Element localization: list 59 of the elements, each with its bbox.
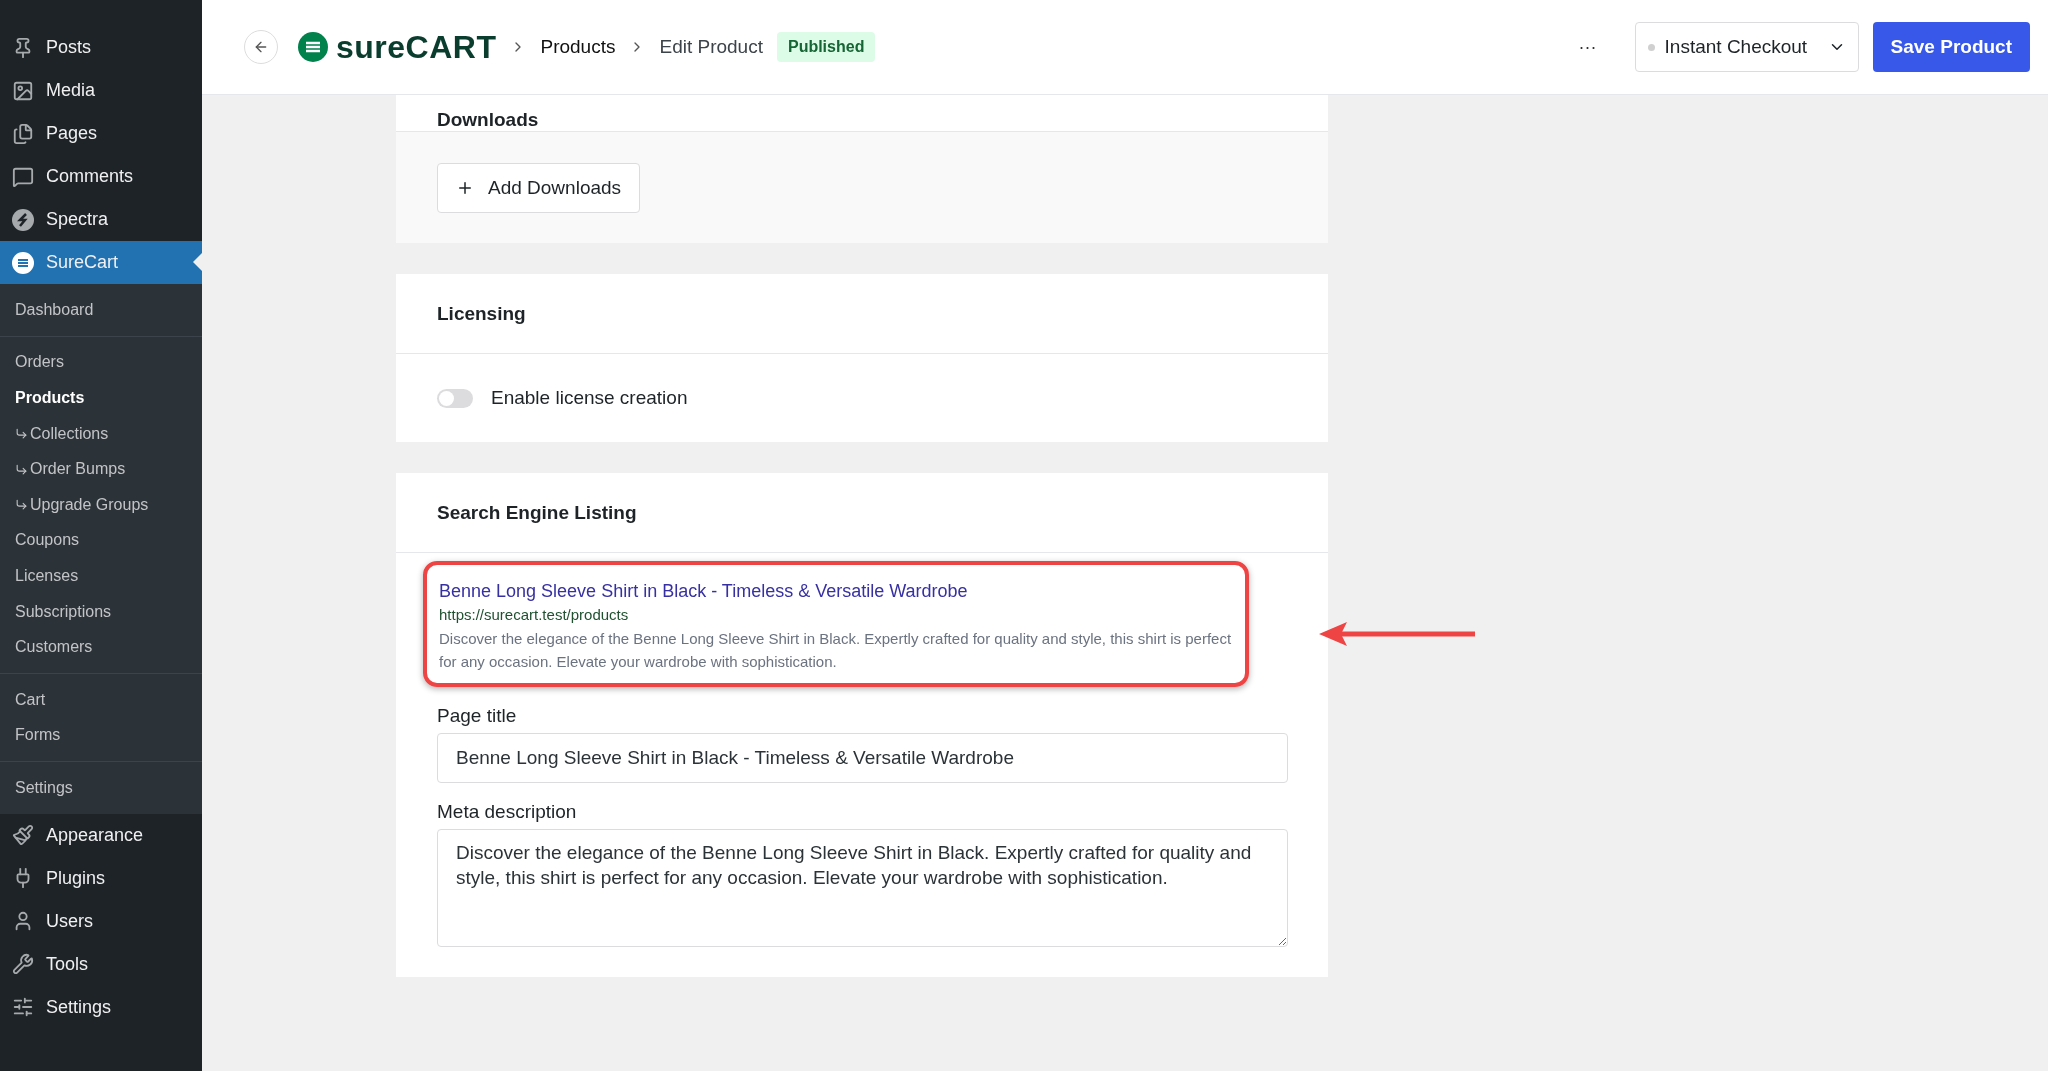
card-title: Licensing — [437, 302, 526, 325]
submenu-item[interactable]: Dashboard — [0, 292, 202, 328]
sidebar-item[interactable]: Posts — [0, 26, 202, 69]
submenu-item[interactable]: Subscriptions — [0, 593, 202, 630]
page-title-field[interactable]: Benne Long Sleeve Shirt in Black - Timeless & Versatile Wardrobe — [437, 733, 1288, 783]
status-badge: Published — [776, 32, 876, 62]
sidebar-item[interactable]: Settings — [0, 985, 202, 1029]
sidebar-item[interactable]: Comments — [0, 155, 202, 198]
surecart-logo: sureCART — [298, 28, 497, 66]
child-arrow-icon — [15, 498, 28, 512]
sidebar-item[interactable]: Tools — [0, 942, 202, 986]
sliders-icon — [12, 996, 34, 1019]
sidebar-item[interactable]: Appearance — [0, 813, 202, 857]
plus-icon — [456, 179, 474, 197]
toggle-label: Enable license creation — [491, 387, 688, 409]
submenu-item[interactable]: Licenses — [0, 558, 202, 594]
media-icon — [12, 79, 34, 102]
sidebar-item[interactable]: Plugins — [0, 856, 202, 900]
breadcrumb-link[interactable]: Edit Product — [659, 36, 763, 58]
meta-description-field[interactable]: Discover the elegance of the Benne Long Sleeve Shirt in Black. Expertly crafted for quality and style, this shirt is perfect for any occasion. Elevate your wardrobe with sophistication. — [437, 829, 1288, 947]
submenu-item[interactable]: Cart — [0, 681, 202, 718]
card-title: Search Engine Listing — [437, 501, 637, 524]
more-button[interactable]: ··· — [1572, 35, 1603, 59]
submenu-item[interactable]: Forms — [0, 717, 202, 754]
submenu-item[interactable]: Settings — [0, 770, 202, 806]
preview-url: https://surecart.test/products — [439, 606, 630, 623]
back-arrow-icon — [253, 39, 269, 55]
comment-icon — [12, 165, 34, 188]
status-dot-icon — [1647, 43, 1655, 51]
submenu-item[interactable]: Collections — [0, 415, 202, 452]
preview-description: Discover the elegance of the Benne Long Sleeve Shirt in Black. Expertly crafted for quality and style, this shirt is perfect for any occasion. Elevate your wardrobe with sophistication. — [439, 629, 1233, 672]
back-button[interactable] — [244, 30, 278, 64]
pages-icon — [12, 122, 34, 145]
field-label: Page title — [437, 705, 518, 727]
sidebar-item[interactable]: Users — [0, 899, 202, 943]
surecart-icon — [12, 251, 34, 274]
submenu-item[interactable]: Products — [0, 380, 202, 416]
sidebar-item[interactable]: Spectra — [0, 198, 202, 241]
card-title: Downloads — [437, 109, 539, 131]
field-label: Meta description — [437, 801, 578, 823]
submenu-item[interactable]: Upgrade Groups — [0, 486, 202, 523]
submenu-item[interactable]: Customers — [0, 629, 202, 665]
license-toggle[interactable] — [437, 388, 473, 408]
submenu-item[interactable]: Coupons — [0, 522, 202, 559]
spectra-icon — [12, 208, 34, 231]
submenu-item[interactable]: Orders — [0, 344, 202, 381]
brush-icon — [12, 824, 34, 847]
sidebar-item[interactable]: Pages — [0, 112, 202, 155]
child-arrow-icon — [15, 462, 28, 476]
submenu-item[interactable]: Order Bumps — [0, 451, 202, 487]
sidebar-item[interactable]: Media — [0, 69, 202, 112]
save-button[interactable]: Save Product — [1872, 22, 2030, 72]
checkout-select[interactable]: Instant Checkout — [1634, 22, 1859, 72]
sidebar-item[interactable]: SureCart — [0, 241, 202, 284]
wrench-icon — [12, 953, 34, 976]
child-arrow-icon — [15, 427, 28, 441]
breadcrumb-link[interactable]: Products — [540, 36, 616, 58]
add-downloads-button[interactable]: Add Downloads — [437, 163, 641, 213]
preview-title-link[interactable]: Benne Long Sleeve Shirt in Black - Timeless & Versatile Wardrobe — [439, 581, 1235, 602]
